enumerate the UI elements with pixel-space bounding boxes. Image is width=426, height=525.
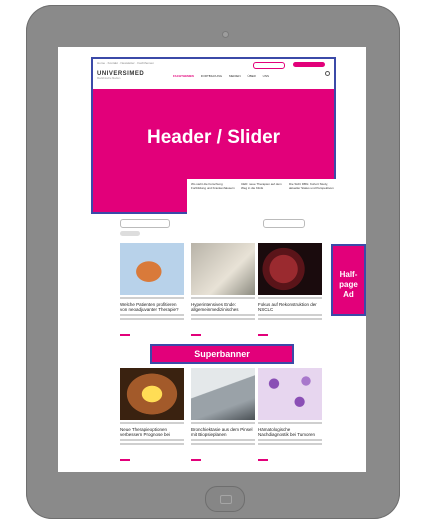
article-card[interactable]: Bronchiektasie aus dem Pinsel mit Biopsi… xyxy=(191,368,255,461)
home-button[interactable] xyxy=(205,486,245,512)
site-topbar: Home · Kontakt · Newsletter · Fachthemen… xyxy=(93,59,334,89)
camera-icon xyxy=(222,31,229,38)
header-slider: Home · Kontakt · Newsletter · Fachthemen… xyxy=(91,57,336,214)
article-title[interactable]: Hämatologische Nachdiagnostik bei Tumore… xyxy=(258,427,322,437)
teaser-3[interactable]: Die Sicht DBG: Kohort Study, aktueller S… xyxy=(289,182,334,190)
article-title[interactable]: Welche Patienten profitieren von neoadju… xyxy=(120,302,184,312)
slider-teasers: Wo steht die Forschung Fortbildung und K… xyxy=(187,179,336,214)
register-button[interactable] xyxy=(293,62,325,67)
article-card[interactable]: Neue Therapieoptionen verbessern Prognos… xyxy=(120,368,184,461)
article-title[interactable]: Fokus auf Rekonstruktion der NSCLC xyxy=(258,302,322,312)
article-title[interactable]: Neue Therapieoptionen verbessern Prognos… xyxy=(120,427,184,437)
article-card[interactable]: Hyperintensives Ende: allgemeinmedizinis… xyxy=(191,243,255,336)
header-slider-label: Header / Slider xyxy=(146,127,281,148)
teaser-2[interactable]: CED: neue Therapien auf dem Weg in die K… xyxy=(241,182,286,190)
article-title[interactable]: Hyperintensives Ende: allgemeinmedizinis… xyxy=(191,302,255,312)
superbanner-placeholder: Superbanner xyxy=(150,344,294,364)
article-card[interactable]: Welche Patienten profitieren von neoadju… xyxy=(120,243,184,336)
site-logo[interactable]: UNIVERSIMED Medizinische Medien xyxy=(97,71,144,80)
sort-dropdown[interactable] xyxy=(263,219,305,228)
filter-dropdown[interactable] xyxy=(120,219,170,228)
blood-cells-illustration xyxy=(258,368,322,420)
filter-tag[interactable] xyxy=(120,231,140,236)
joint-xray-illustration xyxy=(120,368,184,420)
lungs-illustration xyxy=(258,243,322,295)
screen: Home · Kontakt · Newsletter · Fachthemen… xyxy=(58,47,366,472)
article-title[interactable]: Bronchiektasie aus dem Pinsel mit Biopsi… xyxy=(191,427,255,437)
article-card[interactable]: Hämatologische Nachdiagnostik bei Tumore… xyxy=(258,368,322,461)
article-card[interactable]: Fokus auf Rekonstruktion der NSCLC xyxy=(258,243,322,336)
halfpage-ad-placeholder: Half-page Ad xyxy=(331,244,366,316)
teaser-1[interactable]: Wo steht die Forschung Fortbildung und K… xyxy=(191,182,236,190)
main-nav[interactable]: FACHTHEMEN FORTBILDUNG MEDIEN ÜBER UNS xyxy=(173,74,269,78)
consultation-photo xyxy=(191,243,255,295)
doctor-photo xyxy=(191,368,255,420)
pancreas-illustration xyxy=(120,243,184,295)
login-button[interactable] xyxy=(253,62,285,69)
search-icon[interactable] xyxy=(325,71,330,76)
